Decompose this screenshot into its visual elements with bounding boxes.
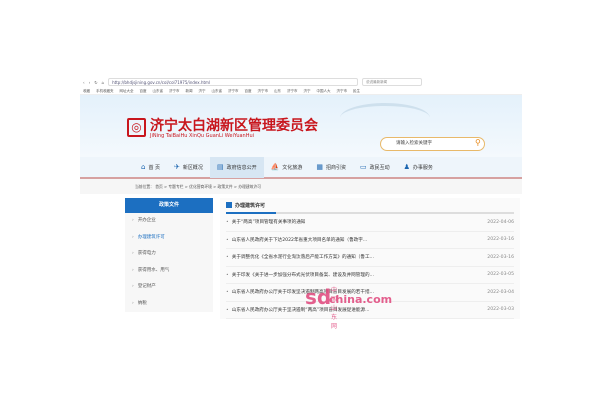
item-date: 2022-04-06 (487, 219, 514, 225)
item-title[interactable]: 关于调整优化《全省水泥行业淘汰落后产能工作方案》的通知（鲁工... (226, 254, 374, 260)
home-icon[interactable]: ⌂ (102, 80, 105, 85)
item-title[interactable]: 山东省人民政府办公厅关于坚决遏制“两高”项目盲目发展促进能源... (226, 307, 370, 313)
sidebar: 政策文件 开办企业办理建筑许可获得电力获得用水、用气登记财产纳税 (125, 198, 213, 312)
nav-label: 招商引资 (325, 164, 346, 171)
breadcrumb: 当前位置： 首页 > 专题专栏 > 优化营商环境 > 政策文件 > 办理建筑许可 (80, 179, 522, 194)
list-item[interactable]: 关于“两高”项目管理有关事项的通知 2022-04-06 (226, 214, 514, 232)
bookmark-item[interactable]: 百度 (140, 89, 147, 94)
site-title: 济宁太白湖新区管理委员会 (150, 118, 318, 134)
sidebar-item[interactable]: 开办企业 (125, 213, 213, 230)
nav-item[interactable]: ♟ 办事服务 (397, 156, 440, 178)
nav-label: 办事服务 (412, 164, 433, 171)
home-icon: ⌂ (141, 163, 146, 171)
nav-item[interactable]: ▦ 招商引资 (309, 156, 353, 178)
bookmark-item[interactable]: 网址大全 (120, 89, 134, 94)
sidebar-item[interactable]: 获得电力 (125, 246, 213, 263)
browser-window: ‹ › ↻ ⌂ http://bhdjsjining.gov.cn/col/co… (80, 76, 522, 326)
bookmark-item[interactable]: 民生 (353, 89, 360, 94)
bookmark-item[interactable]: 中国人大 (317, 89, 331, 94)
document-icon: ▤ (216, 163, 224, 171)
sidebar-item[interactable]: 获得用水、用气 (125, 263, 213, 280)
sidebar-item[interactable]: 登记财产 (125, 279, 213, 296)
watermark-logo: sd 中国山东网 china.com (305, 285, 393, 330)
nav-item[interactable]: ⛵ 文化旅游 (264, 156, 310, 178)
building-icon: ▦ (316, 163, 323, 171)
bookmark-item[interactable]: 济宁市 (337, 89, 348, 94)
search-input[interactable]: 请输入检索关键字 (380, 137, 485, 151)
bookmark-item[interactable]: 新闻 (186, 89, 193, 94)
bird-icon: ✈ (174, 163, 180, 171)
main-nav: ⌂ 首 页 ✈ 新区概况 ▤ 政府信息公开 ⛵ 文化旅游 ▦ 招商引资 ▭ 政民互动 ♟ 办事服务 (80, 156, 522, 179)
person-icon: ♟ (403, 163, 410, 171)
item-title[interactable]: 关于印发《关于进一步加强分布式光伏项目备案、建设及并网管理的... (226, 272, 374, 278)
browser-toolbar: ‹ › ↻ ⌂ http://bhdjsjining.gov.cn/col/co… (80, 76, 522, 88)
nav-item[interactable]: ▤ 政府信息公开 (209, 156, 264, 178)
forward-icon[interactable]: › (89, 80, 91, 85)
nav-label: 政民互动 (369, 164, 390, 171)
bridge-illustration (340, 103, 430, 133)
bookmark-item[interactable]: 手机收藏夹 (96, 89, 114, 94)
bookmark-item[interactable]: 收藏 (83, 89, 90, 94)
list-item[interactable]: 山东省人民政府关于下达2022年省重大项目名单的通知（鲁政字... 2022-03… (226, 232, 514, 249)
item-date: 2022-03-03 (487, 307, 514, 313)
site-banner: ◎ 济宁太白湖新区管理委员会 JiNing TaiBaiHu XinQu Gua… (80, 95, 522, 157)
nav-label: 新区概况 (182, 164, 203, 171)
bookmark-item[interactable]: 济宁市 (169, 89, 180, 94)
section-title: 办理建筑许可 (235, 202, 266, 209)
nav-label: 首 页 (148, 164, 161, 171)
site-subtitle: JiNing TaiBaiHu XinQu GuanLi WeiYuanHui (150, 133, 255, 139)
bookmark-item[interactable]: 山东省 (212, 89, 223, 94)
bookmark-item[interactable]: 济宁市 (228, 89, 239, 94)
bookmark-item[interactable]: 济宁市 (258, 89, 269, 94)
item-date: 2022-03-04 (487, 289, 514, 295)
nav-item[interactable]: ✈ 新区概况 (167, 156, 210, 178)
address-bar[interactable]: http://bhdjsjining.gov.cn/col/col71975/i… (108, 78, 359, 86)
document-icon (226, 202, 232, 208)
bookmarks-bar: 收藏 手机收藏夹 网址大全 百度 山东省 济宁市 新闻 济宁 山东省 济宁市 百度 济宁市 山东 济宁市济… (80, 88, 522, 95)
item-title[interactable]: 山东省人民政府关于下达2022年省重大项目名单的通知（鲁政字... (226, 237, 368, 243)
logo-icon: ◎ (127, 118, 146, 137)
list-item[interactable]: 关于印发《关于进一步加强分布式光伏项目备案、建设及并网管理的... 2022-03… (226, 267, 514, 284)
item-title[interactable]: 关于“两高”项目管理有关事项的通知 (226, 219, 306, 225)
bookmark-item[interactable]: 济宁 (199, 89, 206, 94)
bookmark-item[interactable]: 百度 (245, 89, 252, 94)
item-date: 2022-03-05 (487, 272, 514, 278)
back-icon[interactable]: ‹ (83, 80, 85, 85)
nav-item[interactable]: ▭ 政民互动 (353, 156, 397, 178)
bookmark-item[interactable]: 山东 (274, 89, 281, 94)
sidebar-item[interactable]: 纳税 (125, 296, 213, 313)
item-date: 2022-03-16 (487, 237, 514, 243)
item-date: 2022-03-16 (487, 254, 514, 260)
browser-search[interactable]: 说说最新新闻 (362, 78, 423, 86)
nav-item[interactable]: ⌂ 首 页 (134, 156, 167, 178)
sidebar-item[interactable]: 办理建筑许可 (125, 230, 213, 247)
nav-label: 文化旅游 (282, 164, 303, 171)
list-item[interactable]: 关于调整优化《全省水泥行业淘汰落后产能工作方案》的通知（鲁工... 2022-03… (226, 249, 514, 267)
nav-label: 政府信息公开 (226, 164, 257, 171)
chat-icon: ▭ (359, 163, 367, 171)
search-icon[interactable]: ⚲ (475, 138, 516, 148)
sidebar-title: 政策文件 (125, 198, 213, 213)
reload-icon[interactable]: ↻ (94, 80, 97, 85)
bookmark-item[interactable]: 济宁 (304, 89, 311, 94)
section-header: 办理建筑许可 (226, 198, 514, 214)
boat-icon: ⛵ (270, 163, 280, 171)
bookmark-item[interactable]: 山东省 (153, 89, 164, 94)
bookmark-item[interactable]: 济宁市 (287, 89, 298, 94)
